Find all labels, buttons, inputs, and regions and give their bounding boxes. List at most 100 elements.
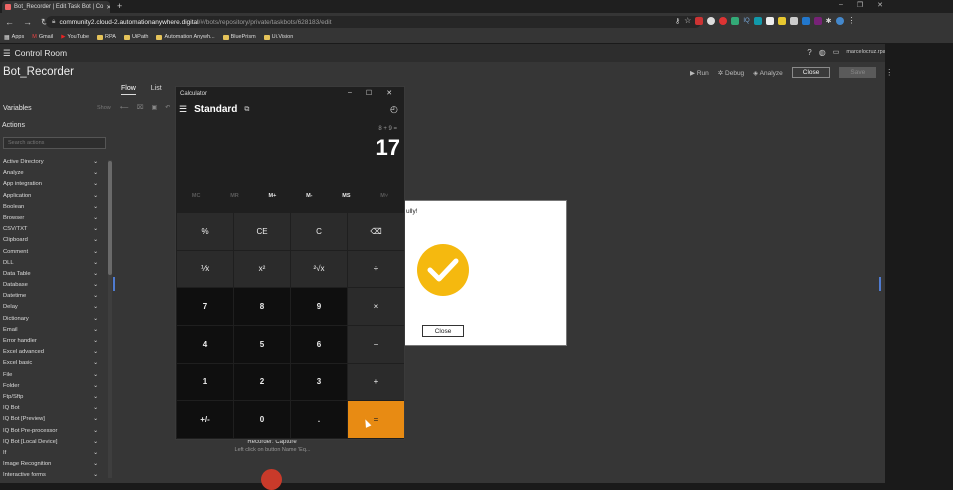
devices-icon[interactable]: ▭: [833, 48, 840, 56]
action-item[interactable]: Image Recognition ⌄: [3, 461, 99, 472]
editor-tool-icon[interactable]: ⟵: [120, 104, 129, 111]
action-item[interactable]: Boolean ⌄: [3, 204, 99, 215]
chevron-down-icon[interactable]: ⌄: [93, 226, 98, 237]
url-field[interactable]: 🔒︎ community2.cloud-2.automationanywhere…: [46, 16, 701, 28]
chevron-down-icon[interactable]: ⌄: [93, 249, 98, 260]
menu-icon[interactable]: ☰: [179, 104, 187, 115]
chevron-down-icon[interactable]: ⌄: [93, 181, 98, 192]
browser-tab[interactable]: Bot_Recorder | Edit Task Bot | Co ✕: [2, 1, 110, 13]
memory-store-button[interactable]: MS: [342, 193, 350, 199]
bookmark-apps[interactable]: ▦ Apps: [4, 34, 24, 41]
debug-button[interactable]: ✲ Debug: [718, 69, 744, 77]
chevron-down-icon[interactable]: ⌄: [93, 237, 98, 248]
extension-icon[interactable]: [801, 16, 810, 25]
action-item[interactable]: Analyze ⌄: [3, 170, 99, 181]
search-actions-input[interactable]: [3, 137, 106, 149]
bookmark-blueprism[interactable]: BluePrism: [222, 34, 256, 40]
extension-icon[interactable]: [695, 16, 704, 25]
chevron-down-icon[interactable]: ⌄: [93, 304, 98, 315]
analyze-button[interactable]: ◈ Analyze: [753, 69, 783, 77]
action-item[interactable]: Error handler ⌄: [3, 338, 99, 349]
action-item[interactable]: Dictionary ⌄: [3, 316, 99, 327]
save-button[interactable]: Save: [839, 67, 877, 78]
chevron-down-icon[interactable]: ⌄: [93, 360, 98, 371]
action-item[interactable]: Ftp/Sftp ⌄: [3, 394, 99, 405]
action-item[interactable]: IQ Bot [Preview] ⌄: [3, 416, 99, 427]
action-item[interactable]: IQ Bot Pre-processor ⌄: [3, 428, 99, 439]
memory-subtract-button[interactable]: M-: [306, 193, 312, 199]
editor-tool-icon[interactable]: ▣: [152, 104, 158, 111]
chevron-down-icon[interactable]: ⌄: [93, 260, 98, 271]
chevron-down-icon[interactable]: ⌄: [93, 327, 98, 338]
chevron-down-icon[interactable]: ⌄: [93, 416, 98, 427]
key-decimal-button[interactable]: .: [291, 401, 347, 438]
panel-resize-handle[interactable]: [879, 277, 881, 291]
actions-scrollbar-thumb[interactable]: [108, 161, 112, 275]
key-backspace-button[interactable]: ⌫: [348, 213, 404, 250]
action-item[interactable]: IQ Bot ⌄: [3, 405, 99, 416]
chevron-down-icon[interactable]: ⌄: [93, 193, 98, 204]
minimize-icon[interactable]: –: [348, 89, 352, 97]
key-icon[interactable]: ⚷: [675, 17, 680, 25]
bookmark-uipath[interactable]: UiPath: [123, 34, 148, 40]
forward-icon[interactable]: →: [23, 17, 32, 27]
key-nine-button[interactable]: 9: [291, 288, 347, 325]
close-button[interactable]: Close: [791, 67, 831, 78]
key-three-button[interactable]: 3: [291, 363, 347, 401]
globe-icon[interactable]: ◍: [819, 48, 826, 57]
key-reciprocal-button[interactable]: ⅟x: [177, 250, 233, 288]
chevron-down-icon[interactable]: ⌄: [93, 271, 98, 282]
chevron-down-icon[interactable]: ⌄: [93, 428, 98, 439]
extension-icon[interactable]: [707, 16, 716, 25]
close-icon[interactable]: ✕: [386, 89, 392, 97]
dialog-close-button[interactable]: Close: [422, 325, 464, 337]
chevron-down-icon[interactable]: ⌄: [93, 282, 98, 293]
action-item[interactable]: Excel advanced ⌄: [3, 349, 99, 360]
key-equals-button[interactable]: =: [348, 401, 404, 438]
key-plus-button[interactable]: +: [348, 363, 404, 401]
back-icon[interactable]: ←: [5, 17, 14, 27]
history-icon[interactable]: ◴: [390, 104, 398, 115]
chevron-down-icon[interactable]: ⌄: [93, 215, 98, 226]
extension-icon[interactable]: [765, 16, 774, 25]
action-item[interactable]: Browser ⌄: [3, 215, 99, 226]
key-two-button[interactable]: 2: [234, 363, 290, 401]
bookmark-gmail[interactable]: M Gmail: [32, 34, 53, 40]
bookmark-automation-anywhere[interactable]: Automation Anywh...: [156, 34, 215, 40]
key-square-button[interactable]: x²: [234, 250, 290, 288]
chevron-down-icon[interactable]: ⌄: [93, 394, 98, 405]
action-item[interactable]: Comment ⌄: [3, 249, 99, 260]
action-item[interactable]: CSV/TXT ⌄: [3, 226, 99, 237]
minimize-icon[interactable]: –: [839, 1, 843, 9]
memory-add-button[interactable]: M+: [269, 193, 277, 199]
kebab-menu-icon[interactable]: ⋮: [885, 68, 893, 77]
run-button[interactable]: ▶ Run: [690, 69, 709, 77]
action-item[interactable]: File ⌄: [3, 372, 99, 383]
memory-clear-button[interactable]: MC: [192, 193, 201, 199]
bookmark-uivision[interactable]: Ui.Vision: [263, 34, 293, 40]
key-clear-button[interactable]: C: [291, 213, 347, 250]
menu-icon[interactable]: ☰: [3, 48, 11, 59]
action-item[interactable]: Email ⌄: [3, 327, 99, 338]
key-six-button[interactable]: 6: [291, 326, 347, 363]
action-item[interactable]: Active Directory ⌄: [3, 159, 99, 170]
key-clear-entry-button[interactable]: CE: [234, 213, 290, 250]
key-zero-button[interactable]: 0: [234, 401, 290, 438]
key-seven-button[interactable]: 7: [177, 288, 233, 325]
chevron-down-icon[interactable]: ⌄: [93, 372, 98, 383]
maximize-icon[interactable]: ☐: [366, 89, 372, 97]
action-item[interactable]: Data Table ⌄: [3, 271, 99, 282]
chevron-down-icon[interactable]: ⌄: [93, 405, 98, 416]
key-square-root-button[interactable]: ²√x: [291, 250, 347, 288]
extension-icon[interactable]: [753, 16, 762, 25]
new-tab-icon[interactable]: +: [117, 1, 122, 11]
action-item[interactable]: Interactive forms ⌄: [3, 472, 99, 483]
stop-recording-button[interactable]: [261, 469, 282, 490]
action-item[interactable]: Clipboard ⌄: [3, 237, 99, 248]
action-item[interactable]: Excel basic ⌄: [3, 360, 99, 371]
chevron-down-icon[interactable]: ⌄: [93, 461, 98, 472]
memory-list-button[interactable]: M˅: [380, 193, 388, 199]
action-item[interactable]: Datetime ⌄: [3, 293, 99, 304]
restore-icon[interactable]: ❐: [857, 1, 863, 9]
chevron-down-icon[interactable]: ⌄: [93, 349, 98, 360]
